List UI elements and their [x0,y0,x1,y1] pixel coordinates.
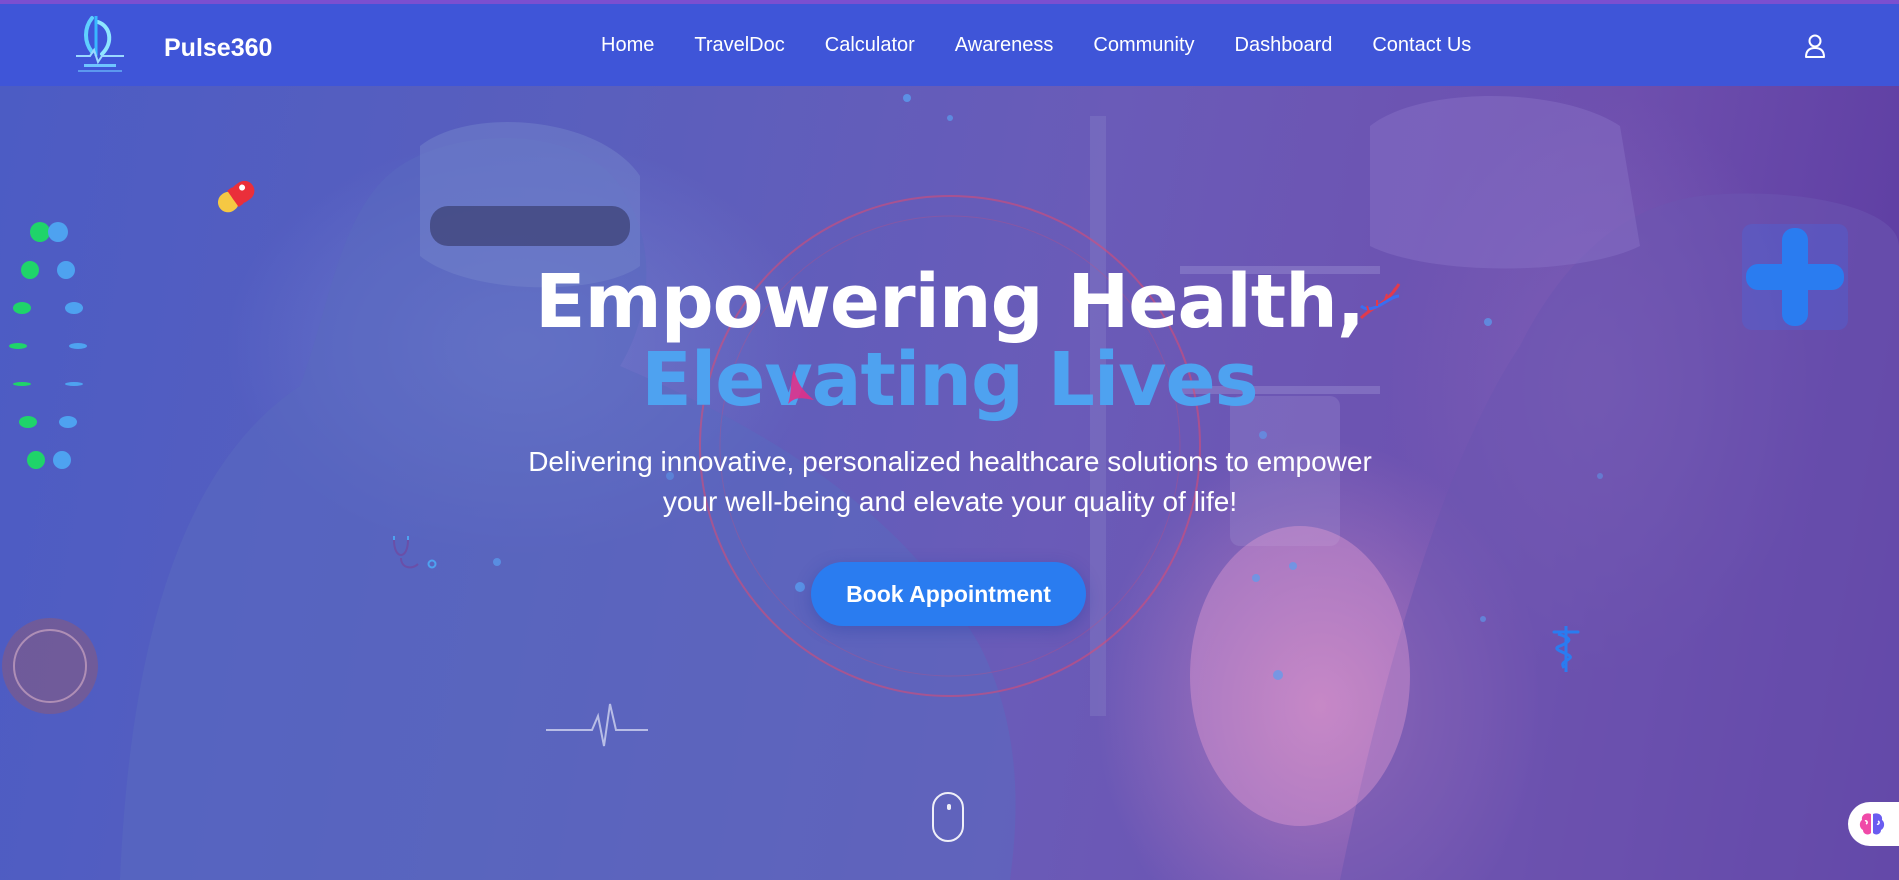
brand[interactable]: Pulse360 [70,12,272,76]
nav-contact-us[interactable]: Contact Us [1372,34,1471,57]
nav-traveldoc[interactable]: TravelDoc [694,34,784,57]
book-appointment-button[interactable]: Book Appointment [811,562,1086,626]
navbar: Pulse360 Home TravelDoc Calculator Aware… [0,4,1899,86]
caduceus-icon [1548,624,1584,674]
nav-links: Home TravelDoc Calculator Awareness Comm… [601,4,1471,86]
heartbeat-line-icon [546,696,648,756]
hero-section: Empowering Health, Elevating Lives Deliv… [0,86,1899,880]
nav-community[interactable]: Community [1093,34,1194,57]
brand-name[interactable]: Pulse360 [164,34,272,63]
brain-icon [1859,813,1885,835]
user-icon[interactable] [1802,33,1828,59]
nav-calculator[interactable]: Calculator [825,34,915,57]
hero-title-line-2: Elevating Lives [641,337,1258,423]
hero-title-line-1: Empowering Health, [535,259,1365,345]
nav-home[interactable]: Home [601,34,654,57]
stethoscope-icon [388,534,438,579]
brain-assistant-widget[interactable] [1848,802,1899,846]
nav-awareness[interactable]: Awareness [955,34,1054,57]
sparkle-decoration [784,366,816,406]
hero-subtitle: Delivering innovative, personalized heal… [450,442,1450,522]
mouse-scroll-icon[interactable] [932,792,964,842]
pill-icon [212,176,262,216]
nav-dashboard[interactable]: Dashboard [1235,34,1333,57]
hero-subtitle-line-1: Delivering innovative, personalized heal… [528,446,1372,477]
pulse360-logo-icon[interactable] [70,12,130,76]
hero-subtitle-line-2: your well-being and elevate your quality… [662,486,1238,517]
